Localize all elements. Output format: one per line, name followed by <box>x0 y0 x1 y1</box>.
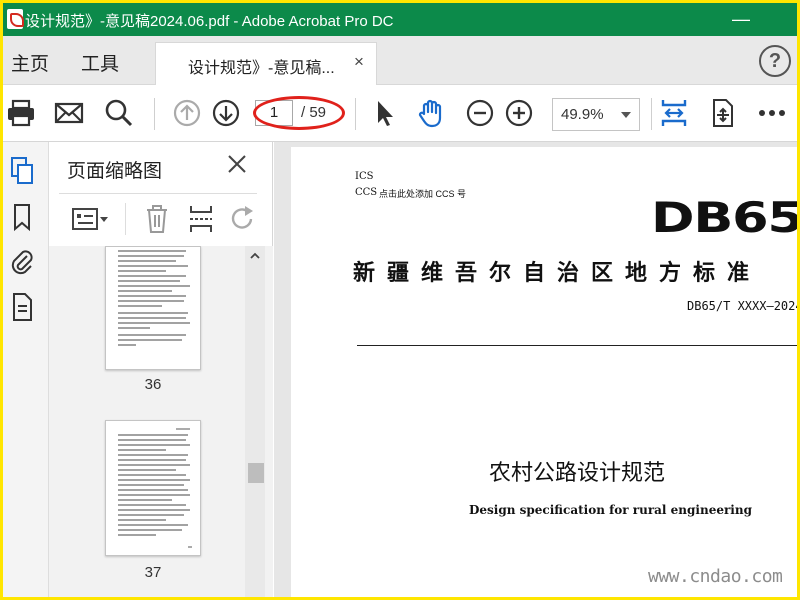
page-thumbnail[interactable] <box>105 420 201 556</box>
toolbar: 1 / 59 49.9% <box>3 85 797 142</box>
more-icon[interactable] <box>756 97 788 129</box>
menu-home[interactable]: 主页 <box>11 49 49 76</box>
thumbnail-page-number: 37 <box>144 564 162 581</box>
scroll-up-icon[interactable] <box>249 250 261 262</box>
zoom-level-value: 49.9% <box>561 106 604 123</box>
toolbar-separator <box>154 98 155 130</box>
menu-bar: 主页 工具 设计规范》-意见稿... × ? <box>3 36 797 86</box>
toolbar-separator <box>355 98 356 130</box>
thumbnail-text-lines <box>118 428 192 548</box>
pdf-page: ICS CCS 点击此处添加 CCS 号 DB65 新疆维吾尔自治区地方标准 D… <box>291 147 797 597</box>
document-viewport: ICS CCS 点击此处添加 CCS 号 DB65 新疆维吾尔自治区地方标准 D… <box>274 142 797 597</box>
title-bar: 设计规范》-意见稿2024.06.pdf - Adobe Acrobat Pro… <box>3 3 797 36</box>
standard-title: 新疆维吾尔自治区地方标准 <box>353 260 762 286</box>
thumbnail-text-lines <box>118 250 190 346</box>
insert-page-icon[interactable] <box>187 204 215 234</box>
zoom-out-icon[interactable] <box>464 97 496 129</box>
ics-label: ICS <box>355 171 374 182</box>
next-page-icon[interactable] <box>210 97 242 129</box>
page-display-icon[interactable] <box>706 97 738 129</box>
ccs-label: CCS <box>355 187 378 198</box>
standard-number: DB65/T XXXX—2024 <box>687 299 797 313</box>
site-watermark: www.cndao.com <box>648 566 783 587</box>
email-icon[interactable] <box>53 97 85 129</box>
ccs-placeholder: 点击此处添加 CCS 号 <box>379 189 467 199</box>
document-properties-icon[interactable] <box>8 292 36 322</box>
scrollbar-thumb[interactable] <box>248 463 264 483</box>
left-navigation-rail <box>3 142 49 597</box>
hand-tool-icon[interactable] <box>415 97 447 129</box>
zoom-in-icon[interactable] <box>503 97 535 129</box>
help-icon[interactable]: ? <box>759 45 791 77</box>
zoom-level-select[interactable]: 49.9% <box>552 98 640 131</box>
page-thumbnails-icon[interactable] <box>8 156 36 186</box>
toolbar-separator <box>651 98 652 130</box>
select-cursor-icon[interactable] <box>369 97 401 129</box>
search-icon[interactable] <box>103 97 135 129</box>
toolbar-separator <box>125 203 126 235</box>
attachment-icon[interactable] <box>8 246 36 276</box>
red-highlight-ellipse <box>253 96 345 130</box>
print-icon[interactable] <box>5 97 37 129</box>
menu-tools[interactable]: 工具 <box>81 49 119 76</box>
rotate-page-icon[interactable] <box>229 204 257 234</box>
panel-title: 页面缩略图 <box>67 161 163 182</box>
bookmark-icon[interactable] <box>8 202 36 232</box>
document-title-chinese: 农村公路设计规范 <box>489 461 666 486</box>
db-standard-logo: DB65 <box>651 193 797 242</box>
document-title-english: Design specification for rural engineeri… <box>469 503 752 517</box>
acrobat-app-icon <box>7 9 24 29</box>
delete-page-icon[interactable] <box>143 204 171 234</box>
page-thumbnail[interactable] <box>105 246 201 370</box>
close-tab-icon[interactable]: × <box>354 52 364 72</box>
close-panel-icon[interactable] <box>225 152 249 176</box>
document-tab[interactable]: 设计规范》-意见稿... × <box>155 42 377 86</box>
page-thumbnails-panel: 页面缩略图 36 37 <box>49 142 273 597</box>
thumbnail-list: 36 37 <box>49 246 273 597</box>
chevron-down-icon <box>621 112 631 118</box>
thumbnail-page-number: 36 <box>144 376 162 393</box>
prev-page-icon[interactable] <box>171 97 203 129</box>
thumbnail-options-icon[interactable] <box>71 206 111 232</box>
horizontal-rule <box>357 345 797 346</box>
panel-toolbar <box>49 194 273 246</box>
fit-width-icon[interactable] <box>658 97 690 129</box>
thumbnail-scrollbar[interactable] <box>245 246 265 597</box>
app-window: 设计规范》-意见稿2024.06.pdf - Adobe Acrobat Pro… <box>3 3 797 597</box>
document-tab-label: 设计规范》-意见稿... <box>188 60 335 77</box>
minimize-button[interactable]: — <box>721 7 761 32</box>
window-title: 设计规范》-意见稿2024.06.pdf - Adobe Acrobat Pro… <box>25 13 394 30</box>
